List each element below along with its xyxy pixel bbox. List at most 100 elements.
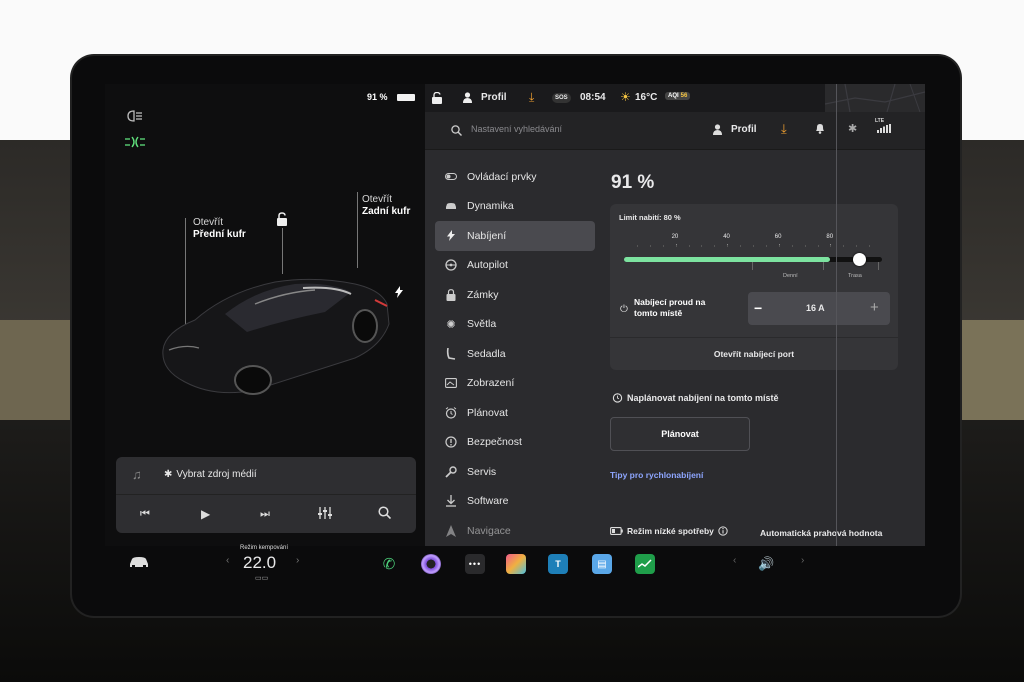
charge-limit-slider[interactable]: [624, 253, 882, 266]
nav-item-display[interactable]: Zobrazení: [435, 369, 595, 399]
previous-track-icon[interactable]: ⏮: [140, 508, 150, 521]
front-trunk-control[interactable]: Otevřít Přední kufr: [193, 217, 246, 241]
toybox-icon[interactable]: [506, 554, 526, 574]
camera-app-icon[interactable]: [421, 554, 441, 574]
steering-wheel-icon: [445, 259, 457, 271]
nav-item-navigation[interactable]: Navigace: [435, 516, 595, 546]
unlocked-status-icon[interactable]: [432, 92, 442, 104]
temp-decrease-icon[interactable]: ‹: [226, 555, 229, 566]
phone-icon[interactable]: ✆: [379, 554, 399, 574]
charging-bolt-icon: [395, 286, 403, 298]
more-apps-icon[interactable]: •••: [465, 554, 485, 574]
nav-item-lights[interactable]: ✺ Světla: [435, 310, 595, 340]
equalizer-icon[interactable]: [318, 507, 332, 519]
nav-label: Ovládací prvky: [467, 170, 537, 183]
nav-item-charging[interactable]: Nabíjení: [435, 221, 595, 251]
seat-heater-icon[interactable]: ▭▭: [255, 574, 268, 582]
nav-item-schedule[interactable]: Plánovat: [435, 398, 595, 428]
minor-tick-mark: [649, 245, 651, 247]
next-track-icon[interactable]: ⏭: [260, 508, 270, 521]
car-icon: [445, 200, 457, 212]
theater-icon[interactable]: T: [548, 554, 568, 574]
car-render[interactable]: [155, 262, 395, 402]
nav-item-autopilot[interactable]: Autopilot: [435, 251, 595, 281]
charge-level-heading: 91 %: [611, 172, 655, 193]
bottom-dock: ‹ Režim kempování 22.0 ▭▭ › ✆ ••• T ▤ ‹ …: [105, 545, 925, 586]
aqi-value: 56: [680, 93, 688, 99]
charging-current-label: Nabíjecí proud na tomto místě: [634, 297, 706, 318]
fast-charging-tips-link[interactable]: Tipy pro rychlonabíjení: [610, 470, 703, 480]
nav-label: Servis: [467, 465, 497, 478]
sun-weather-icon: ☀: [620, 90, 631, 104]
open-charge-port-button[interactable]: Otevřít nabíjecí port: [610, 349, 898, 359]
minor-tick-mark: [714, 245, 716, 247]
car-dock-icon[interactable]: [129, 556, 149, 568]
minor-tick-mark: [869, 245, 871, 247]
cabin-temperature[interactable]: 22.0: [243, 553, 276, 573]
nav-item-safety[interactable]: Bezpečnost: [435, 428, 595, 458]
map-preview[interactable]: [825, 84, 925, 112]
search-icon: [451, 125, 462, 136]
charging-current-value: 16 A: [806, 303, 825, 313]
bluetooth-status-icon[interactable]: ✱: [848, 122, 857, 135]
navigation-icon: [445, 524, 457, 537]
minor-tick-mark: [753, 245, 754, 247]
status-profile-label[interactable]: Profil: [481, 92, 507, 103]
media-player: ♫ ✱ Vybrat zdroj médií ⏮ ▶ ⏭: [116, 457, 416, 533]
rear-trunk-control[interactable]: Otevřít Zadní kufr: [362, 194, 410, 218]
profile-button[interactable]: Profil: [731, 124, 757, 135]
download-icon[interactable]: ⤓: [529, 90, 534, 105]
update-download-icon[interactable]: ⤓: [781, 121, 787, 137]
parking-lights-icon[interactable]: [125, 136, 145, 148]
minor-tick-mark: [636, 245, 638, 247]
play-icon[interactable]: ▶: [201, 507, 210, 521]
volume-decrease-icon[interactable]: ‹: [733, 555, 736, 566]
tick-label: 60: [774, 234, 782, 240]
nav-item-service[interactable]: Servis: [435, 457, 595, 487]
nav-item-seats[interactable]: Sedadla: [435, 339, 595, 369]
nav-label: Zámky: [467, 288, 499, 301]
unlock-icon[interactable]: [276, 212, 288, 226]
volume-icon[interactable]: 🔊: [758, 556, 774, 572]
low-power-mode-label: Režim nízké spotřeby: [627, 526, 714, 536]
rear-trunk-state: Otevřít: [362, 194, 393, 205]
nav-item-controls[interactable]: Ovládací prvky: [435, 162, 595, 192]
nav-item-locks[interactable]: Zámky: [435, 280, 595, 310]
volume-increase-icon[interactable]: ›: [801, 555, 804, 566]
energy-app-icon[interactable]: [635, 554, 655, 574]
schedule-button[interactable]: Plánovat: [610, 417, 750, 451]
display-icon: [445, 377, 457, 389]
search-input[interactable]: Nastavení vyhledávání: [471, 124, 562, 134]
nav-label: Plánovat: [467, 406, 508, 419]
media-source-button[interactable]: ✱ Vybrat zdroj médií: [164, 469, 257, 480]
sos-badge[interactable]: SOS: [552, 93, 571, 103]
bell-icon[interactable]: [815, 123, 825, 134]
dashboard-trim-right: [950, 320, 1024, 420]
nav-label: Software: [467, 495, 509, 508]
front-trunk-label: Přední kufr: [193, 229, 246, 240]
decrease-current-button[interactable]: −: [754, 300, 762, 316]
nav-item-software[interactable]: Software: [435, 487, 595, 517]
increase-current-button[interactable]: +: [870, 299, 879, 316]
range-daily-label: Denní: [783, 273, 798, 279]
charge-limit-handle[interactable]: [852, 253, 866, 266]
temp-increase-icon[interactable]: ›: [296, 555, 299, 566]
info-icon: [718, 526, 728, 536]
headlight-icon[interactable]: [125, 110, 143, 122]
battery-low-icon: [610, 527, 623, 535]
battery-icon: [397, 94, 415, 101]
media-search-icon[interactable]: [378, 506, 391, 519]
aqi-label: AQI: [668, 93, 679, 99]
plug-icon: ⏻: [620, 304, 628, 315]
nav-label: Navigace: [467, 524, 511, 537]
minor-tick-mark: [791, 245, 793, 247]
minor-tick-mark: [688, 245, 690, 247]
settings-nav: Ovládací prvky Dynamika Nabíjení Autopil…: [435, 162, 595, 546]
sun-icon: ✺: [446, 318, 456, 331]
messages-icon[interactable]: ▤: [592, 554, 612, 574]
low-power-mode-row[interactable]: Režim nízké spotřeby: [610, 526, 728, 536]
camping-mode-label: Režim kempování: [239, 545, 289, 551]
minor-tick-mark: [817, 245, 819, 247]
nav-item-dynamics[interactable]: Dynamika: [435, 192, 595, 222]
nav-label: Dynamika: [467, 200, 514, 213]
